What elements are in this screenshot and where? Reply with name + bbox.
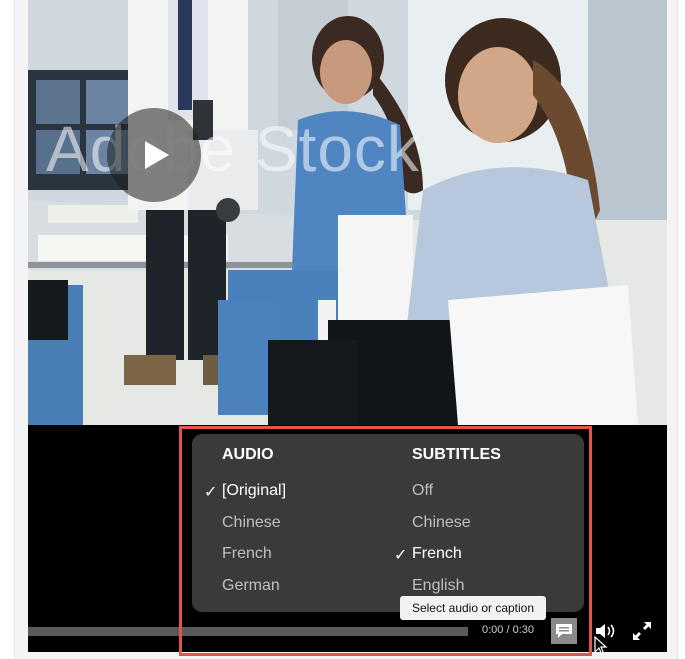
audio-option-chinese[interactable]: Chinese bbox=[222, 514, 281, 532]
subtitle-option-label: English bbox=[412, 577, 465, 594]
audio-option-original[interactable]: ✓ [Original] bbox=[204, 482, 287, 501]
watermark-text: Adobe Stock bbox=[46, 113, 420, 185]
video-frame[interactable]: Adobe Stock bbox=[28, 0, 667, 425]
audio-option-french[interactable]: French bbox=[222, 545, 272, 563]
subtitle-option-label: French bbox=[412, 545, 462, 562]
subtitle-option-label: Off bbox=[412, 482, 434, 499]
screenshot-frame: Adobe Stock AUDIO ✓ [Original] Chinese F… bbox=[0, 0, 685, 659]
captions-icon bbox=[556, 624, 572, 638]
video-scene bbox=[28, 0, 667, 425]
play-icon bbox=[145, 141, 169, 169]
fullscreen-button[interactable] bbox=[629, 618, 655, 644]
time-display: 0:00 / 0:30 bbox=[482, 624, 534, 636]
checkmark-icon: ✓ bbox=[204, 484, 218, 501]
checkmark-icon: ✓ bbox=[394, 547, 408, 564]
fullscreen-icon bbox=[633, 622, 651, 640]
captions-button[interactable] bbox=[551, 618, 577, 644]
progress-bar[interactable] bbox=[28, 627, 468, 636]
audio-option-german[interactable]: German bbox=[222, 577, 280, 595]
subtitle-option-chinese[interactable]: Chinese bbox=[412, 514, 471, 532]
audio-heading: AUDIO bbox=[222, 446, 274, 463]
audio-option-label: Chinese bbox=[222, 514, 281, 531]
subtitle-option-label: Chinese bbox=[412, 514, 471, 531]
captions-tooltip: Select audio or caption bbox=[400, 596, 546, 620]
audio-option-label: [Original] bbox=[222, 482, 287, 499]
audio-option-label: German bbox=[222, 577, 280, 594]
subtitle-option-french[interactable]: ✓ French bbox=[394, 545, 462, 564]
subtitle-option-off[interactable]: Off bbox=[412, 482, 433, 500]
audio-option-label: French bbox=[222, 545, 272, 562]
subtitles-heading: SUBTITLES bbox=[412, 446, 501, 463]
subtitle-option-english[interactable]: English bbox=[412, 577, 464, 595]
mouse-cursor-icon bbox=[594, 635, 608, 652]
play-button[interactable] bbox=[107, 108, 201, 202]
video-player[interactable]: Adobe Stock AUDIO ✓ [Original] Chinese F… bbox=[28, 0, 667, 652]
audio-subtitle-menu: AUDIO ✓ [Original] Chinese French German… bbox=[192, 434, 584, 612]
